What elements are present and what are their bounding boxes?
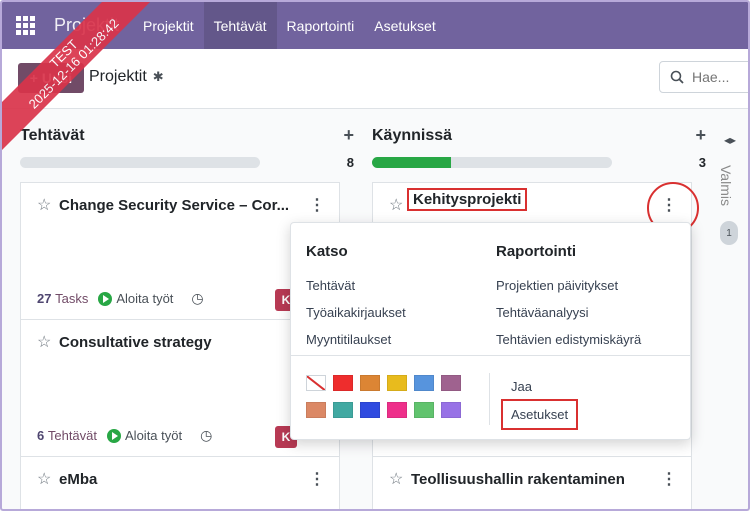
kebab-menu-icon[interactable]: ⋮ — [309, 469, 325, 489]
folded-column-count: 1 — [720, 221, 738, 245]
add-card-plus-icon[interactable]: + — [695, 125, 706, 146]
color-swatch[interactable] — [306, 375, 326, 391]
control-panel: + Uusi Projektit ✱ — [2, 49, 748, 109]
card-title: Teollisuushallin rakentaminen — [411, 471, 625, 488]
task-count-label: Tehtävät — [47, 428, 98, 443]
color-swatch[interactable] — [387, 402, 407, 418]
search-input[interactable] — [692, 69, 742, 85]
clock-icon[interactable]: ◷ — [191, 290, 203, 307]
column-progress-bar[interactable] — [372, 157, 612, 168]
apps-menu-icon[interactable] — [2, 2, 48, 49]
card-title: Consultative strategy — [59, 334, 212, 351]
dropdown-item-asetukset[interactable]: Asetukset — [501, 399, 579, 430]
dropdown-item-tehtavaanalyysi[interactable]: Tehtäväanalyysi — [496, 305, 589, 320]
start-work-label: Aloita työt — [116, 291, 174, 306]
column-count: 8 — [346, 155, 354, 170]
dropdown-item-myyntitilaukset[interactable]: Myyntitilaukset — [306, 332, 391, 347]
color-swatch[interactable] — [414, 402, 434, 418]
clock-icon[interactable]: ◷ — [200, 427, 212, 444]
card-title: eMba — [59, 471, 98, 488]
nav-item-raportointi[interactable]: Raportointi — [277, 2, 365, 49]
progress-fill — [372, 157, 452, 168]
card-footer: 27 Tasks Aloita työt ◷ — [37, 290, 204, 307]
dropdown-item-projektien-paivitykset[interactable]: Projektien päivitykset — [496, 278, 618, 293]
nav-item-tehtavat[interactable]: Tehtävät — [203, 2, 277, 49]
star-icon[interactable]: ☆ — [389, 195, 403, 215]
task-count-link[interactable]: 27 Tasks — [37, 291, 88, 306]
color-swatch[interactable] — [414, 375, 434, 391]
project-card[interactable]: ☆ eMba ⋮ — [20, 456, 340, 509]
column-progress-bar[interactable] — [20, 157, 260, 168]
start-work-label: Aloita työt — [125, 428, 183, 443]
play-icon — [107, 428, 122, 443]
star-icon[interactable]: ☆ — [37, 195, 51, 215]
color-swatch[interactable] — [333, 375, 353, 391]
start-work-button[interactable]: Aloita työt — [107, 428, 182, 443]
play-icon — [98, 291, 113, 306]
card-title-highlighted: Kehitysprojekti — [407, 188, 528, 211]
folded-column-title: Valmis — [718, 165, 734, 206]
folded-column-valmis[interactable]: ◂▸ Valmis 1 — [714, 109, 748, 509]
task-count-label: Tasks — [55, 291, 89, 306]
column-title: Tehtävät — [20, 127, 85, 144]
star-icon[interactable]: ☆ — [37, 332, 51, 352]
search-icon — [670, 70, 684, 84]
gear-icon[interactable]: ✱ — [153, 69, 164, 85]
task-count: 27 — [37, 291, 52, 306]
column-title: Käynnissä — [372, 127, 453, 144]
task-count-link[interactable]: 6 Tehtävät — [37, 428, 97, 443]
dropdown-heading-view: Katso — [306, 243, 348, 260]
kebab-menu-icon[interactable]: ⋮ — [661, 469, 677, 489]
page-title-text: Projektit — [89, 68, 147, 85]
color-swatch[interactable] — [441, 402, 461, 418]
nav-item-projektit[interactable]: Projektit — [133, 2, 204, 49]
project-card[interactable]: ☆ Teollisuushallin rakentaminen ⋮ — [372, 456, 692, 509]
color-swatch[interactable] — [360, 375, 380, 391]
card-title: Change Security Service – Cor... — [59, 197, 290, 214]
kebab-menu-icon[interactable]: ⋮ — [309, 195, 325, 215]
nav-item-asetukset[interactable]: Asetukset — [364, 2, 445, 49]
dropdown-item-edistymiskayra[interactable]: Tehtävien edistymiskäyrä — [496, 332, 641, 347]
dropdown-item-tehtavat[interactable]: Tehtävät — [306, 278, 355, 293]
add-card-plus-icon[interactable]: + — [343, 125, 354, 146]
color-swatch[interactable] — [333, 402, 353, 418]
expand-arrows-icon: ◂▸ — [724, 133, 737, 147]
task-count: 6 — [37, 428, 45, 443]
dropdown-item-asetukset-label: Asetukset — [511, 407, 569, 422]
card-title: Kehitysprojekti — [407, 188, 528, 211]
start-work-button[interactable]: Aloita työt — [98, 291, 173, 306]
dropdown-vertical-divider — [489, 373, 490, 425]
dropdown-item-tyoaikakirjaukset[interactable]: Työaikakirjaukset — [306, 305, 406, 320]
app-frame: Projektit Projektit Tehtävät Raportointi… — [0, 0, 750, 511]
dropdown-heading-reporting: Raportointi — [496, 243, 576, 260]
star-icon[interactable]: ☆ — [37, 469, 51, 489]
star-icon[interactable]: ☆ — [389, 469, 403, 489]
color-swatch[interactable] — [441, 375, 461, 391]
color-swatch[interactable] — [387, 375, 407, 391]
color-swatch[interactable] — [360, 402, 380, 418]
page-title: Projektit ✱ — [89, 68, 164, 86]
dropdown-divider — [291, 355, 690, 356]
card-settings-dropdown: Katso Raportointi Tehtävät Työaikakirjau… — [290, 222, 691, 440]
dropdown-item-jaa[interactable]: Jaa — [511, 379, 532, 394]
column-count: 3 — [698, 155, 706, 170]
color-swatch[interactable] — [306, 402, 326, 418]
search-box[interactable] — [659, 61, 748, 93]
card-footer: 6 Tehtävät Aloita työt ◷ — [37, 427, 212, 444]
